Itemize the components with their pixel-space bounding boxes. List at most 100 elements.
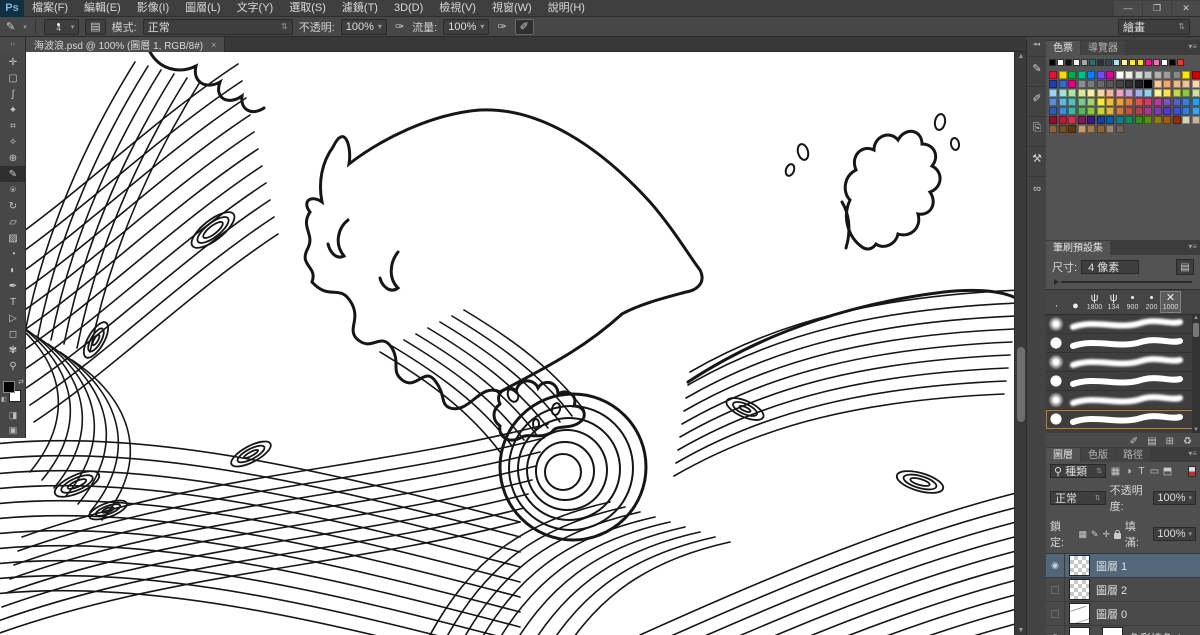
- size-slider[interactable]: [1046, 277, 1200, 289]
- scrollbar-thumb[interactable]: [1193, 323, 1199, 337]
- hand-tool[interactable]: ✾: [0, 342, 26, 358]
- layer-row[interactable]: ◉∞色彩填色 1: [1046, 626, 1200, 635]
- layer-filter-kind-select[interactable]: ⚲ 種類 ⇅: [1050, 464, 1106, 478]
- lock-all-icon[interactable]: [1114, 533, 1121, 539]
- filter-smart-object-icon[interactable]: ⬒: [1161, 466, 1174, 477]
- color-swatch[interactable]: [1154, 116, 1162, 124]
- opacity-field[interactable]: 100%▾: [341, 19, 387, 35]
- close-button[interactable]: ✕: [1172, 1, 1200, 16]
- color-swatch[interactable]: [1097, 116, 1105, 124]
- workspace-select[interactable]: 繪畫⇅: [1118, 19, 1190, 35]
- minimize-button[interactable]: —: [1114, 1, 1142, 16]
- menu-item-9[interactable]: 視窗(W): [484, 0, 540, 17]
- color-swatch[interactable]: [1087, 89, 1095, 97]
- pen-tool[interactable]: ✒: [0, 278, 26, 294]
- brush-preset-row[interactable]: [1046, 334, 1200, 353]
- slider-handle[interactable]: [1054, 279, 1059, 285]
- brush-tool[interactable]: ✎: [0, 166, 26, 182]
- layer-name[interactable]: 色彩填色 1: [1129, 630, 1182, 635]
- filter-pixel-icon[interactable]: ▦: [1109, 466, 1122, 477]
- menu-item-8[interactable]: 檢視(V): [431, 0, 484, 17]
- size-value-field[interactable]: 4 像素: [1081, 260, 1139, 274]
- color-swatch[interactable]: [1144, 116, 1152, 124]
- fill-layer-thumbnail[interactable]: [1069, 627, 1090, 635]
- gradient-tool[interactable]: ▨: [0, 230, 26, 246]
- color-swatch[interactable]: [1068, 107, 1076, 115]
- color-swatch[interactable]: [1154, 98, 1162, 106]
- menu-item-7[interactable]: 3D(D): [386, 0, 431, 17]
- visibility-eye-icon[interactable]: ◉: [1046, 626, 1065, 635]
- clone-stamp-tool[interactable]: ⍟: [0, 182, 26, 198]
- brush-type[interactable]: ψ134: [1104, 292, 1123, 312]
- color-swatch[interactable]: [1087, 107, 1095, 115]
- brush-tool-icon[interactable]: ✎: [4, 20, 17, 33]
- type-tool[interactable]: T: [0, 294, 26, 310]
- filter-toggle-switch[interactable]: [1188, 466, 1196, 477]
- filter-adjustment-icon[interactable]: ◑: [1122, 466, 1135, 477]
- color-swatch[interactable]: [1059, 80, 1067, 88]
- color-swatch[interactable]: [1068, 80, 1076, 88]
- brush-preset-picker[interactable]: 4 ▾: [44, 19, 80, 35]
- recent-swatch[interactable]: [1153, 59, 1160, 66]
- color-swatch[interactable]: [1125, 107, 1133, 115]
- toolbar-collapse-icon[interactable]: ››: [0, 37, 26, 52]
- recent-swatch[interactable]: [1057, 59, 1064, 66]
- canvas[interactable]: [0, 52, 1014, 635]
- color-swatch[interactable]: [1087, 98, 1095, 106]
- eraser-tool[interactable]: ▱: [0, 214, 26, 230]
- recent-swatch[interactable]: [1121, 59, 1128, 66]
- visibility-empty-box[interactable]: [1046, 602, 1065, 625]
- color-swatch[interactable]: [1106, 107, 1114, 115]
- color-swatch[interactable]: [1182, 116, 1190, 124]
- color-swatch[interactable]: [1135, 89, 1143, 97]
- lasso-tool[interactable]: ʃ: [0, 86, 26, 102]
- tab-channels[interactable]: 色版: [1081, 448, 1115, 462]
- history-brush-tool[interactable]: ↻: [0, 198, 26, 214]
- recent-swatch[interactable]: [1089, 59, 1096, 66]
- marquee-tool[interactable]: ▢: [0, 70, 26, 86]
- brush-panel-icon[interactable]: ✎: [1027, 56, 1047, 80]
- recent-swatch[interactable]: [1049, 59, 1056, 66]
- zoom-tool[interactable]: ⚲: [0, 358, 26, 374]
- color-swatch[interactable]: [1182, 98, 1190, 106]
- color-swatch[interactable]: [1173, 107, 1181, 115]
- color-swatch[interactable]: [1154, 107, 1162, 115]
- color-swatch[interactable]: [1097, 89, 1105, 97]
- recent-swatch[interactable]: [1065, 59, 1072, 66]
- color-swatch[interactable]: [1116, 98, 1124, 106]
- quick-mask-button[interactable]: ◨: [0, 408, 26, 423]
- lock-move-icon[interactable]: ✛: [1103, 529, 1111, 540]
- recent-swatch[interactable]: [1081, 59, 1088, 66]
- color-swatch[interactable]: [1182, 107, 1190, 115]
- panel-collapse-icon[interactable]: ◂◂: [1027, 40, 1046, 50]
- color-swatch[interactable]: [1059, 125, 1067, 133]
- color-swatch[interactable]: [1078, 107, 1086, 115]
- panel-menu-icon[interactable]: ▾≡: [1188, 42, 1197, 51]
- toggle-brush-panel-button[interactable]: ▤: [85, 19, 105, 35]
- color-swatch[interactable]: [1106, 89, 1114, 97]
- creative-cloud-icon[interactable]: ∞: [1027, 176, 1047, 200]
- layer-name[interactable]: 圖層 2: [1096, 582, 1127, 598]
- lock-transparent-icon[interactable]: ▦: [1078, 529, 1087, 540]
- color-swatch[interactable]: [1049, 80, 1057, 88]
- color-swatch[interactable]: [1049, 107, 1057, 115]
- color-swatch[interactable]: [1068, 98, 1076, 106]
- brush-preset-row[interactable]: [1046, 410, 1200, 429]
- foreground-color-swatch[interactable]: [3, 381, 15, 393]
- brush-preset-row[interactable]: [1046, 353, 1200, 372]
- brush-stroke-icon[interactable]: ✐: [1130, 436, 1138, 447]
- document-tab[interactable]: 海波浪.psd @ 100% (圖層 1, RGB/8#) ×: [26, 37, 225, 52]
- recent-swatch[interactable]: [1145, 59, 1152, 66]
- eyedropper-tool[interactable]: ✧: [0, 134, 26, 150]
- layer-opacity-field[interactable]: 100%▾: [1153, 491, 1196, 505]
- tool-presets-icon[interactable]: ⚒: [1027, 146, 1047, 170]
- path-select-tool[interactable]: ▷: [0, 310, 26, 326]
- brush-presets-icon[interactable]: ✐: [1027, 86, 1047, 110]
- scroll-down-icon[interactable]: ▼: [1192, 427, 1200, 433]
- color-swatch[interactable]: [1097, 125, 1105, 133]
- color-swatch[interactable]: [1163, 107, 1171, 115]
- magic-wand-tool[interactable]: ✦: [0, 102, 26, 118]
- new-preset-icon[interactable]: ⊞: [1166, 436, 1174, 447]
- brush-preset-row[interactable]: [1046, 315, 1200, 334]
- color-swatch[interactable]: [1192, 98, 1200, 106]
